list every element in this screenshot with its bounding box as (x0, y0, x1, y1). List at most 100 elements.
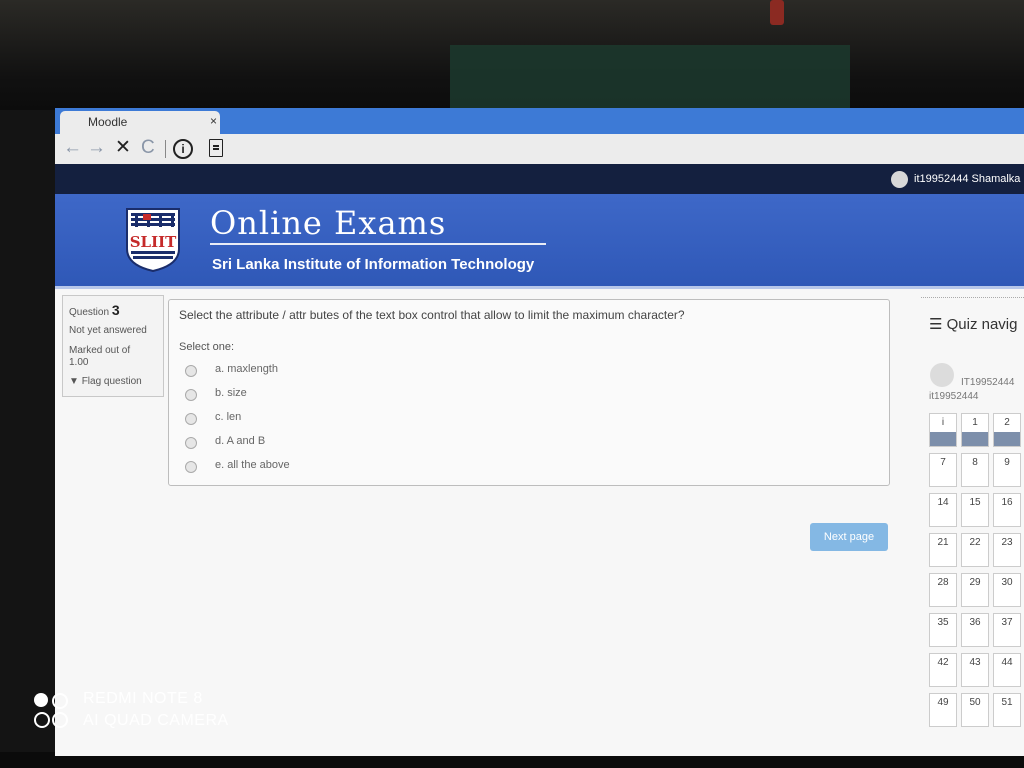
user-avatar[interactable] (891, 171, 908, 188)
watermark-ring (52, 712, 68, 728)
site-subtitle: Sri Lanka Institute of Information Techn… (212, 256, 535, 273)
quiz-nav-button-i[interactable]: i (929, 413, 957, 447)
watermark-dot (34, 693, 48, 707)
quiz-nav-button-label: 49 (937, 697, 949, 708)
photo-background-green (450, 45, 850, 115)
quiz-nav-button-42[interactable]: 42 (929, 653, 957, 687)
radio-button[interactable] (185, 461, 197, 473)
radio-button[interactable] (185, 389, 197, 401)
question-number: 3 (111, 302, 120, 318)
option-label: a. maxlength (215, 363, 278, 375)
quiz-nav-button-15[interactable]: 15 (961, 493, 989, 527)
mark-label: Marked out of (69, 345, 131, 356)
quiz-nav-button-29[interactable]: 29 (961, 573, 989, 607)
quiz-nav-button-label: 2 (1004, 417, 1010, 428)
quiz-nav-button-label: 37 (1001, 617, 1013, 628)
quiz-nav-button-label: 21 (937, 537, 949, 548)
mark-value: 1.00 (69, 357, 89, 368)
quiz-nav-button-14[interactable]: 14 (929, 493, 957, 527)
quiz-nav-button-label: 7 (940, 457, 946, 468)
quiz-nav-button-label: 35 (937, 617, 949, 628)
quiz-nav-divider (921, 297, 1024, 298)
toolbar-separator (165, 140, 166, 158)
main-content: Question 3 Not yet answered Marked out o… (55, 289, 1024, 756)
sliit-logo: SLIIT (126, 208, 180, 273)
flag-question-label: Flag question (81, 376, 142, 387)
radio-button[interactable] (185, 365, 197, 377)
quiz-nav-button-label: 1 (972, 417, 978, 428)
logo-text: SLIIT (130, 233, 177, 251)
quiz-nav-button-2[interactable]: 2 (993, 413, 1021, 447)
option-label: d. A and B (215, 435, 266, 447)
info-icon[interactable]: i (173, 139, 193, 159)
question-box: Select the attribute / attr butes of the… (168, 299, 890, 486)
quiz-nav-button-37[interactable]: 37 (993, 613, 1021, 647)
site-title: Online Exams (210, 204, 447, 242)
forward-icon[interactable]: → (87, 137, 106, 159)
quiz-nav-button-36[interactable]: 36 (961, 613, 989, 647)
close-tab-icon[interactable]: × (210, 114, 217, 128)
question-label: Question (69, 307, 110, 318)
quiz-nav-button-label: 50 (969, 697, 981, 708)
screen: Moodle × ← → ✕ C i it19952444 Shamalka S… (55, 108, 1024, 756)
option-c[interactable]: c. len (185, 410, 485, 430)
quiz-nav-button-28[interactable]: 28 (929, 573, 957, 607)
reload-icon[interactable]: C (141, 137, 155, 159)
radio-button[interactable] (185, 437, 197, 449)
quiz-nav-button-1[interactable]: 1 (961, 413, 989, 447)
option-label: c. len (215, 411, 242, 423)
question-text: Select the attribute / attr butes of the… (179, 308, 685, 322)
option-b[interactable]: b. size (185, 386, 485, 406)
quiz-nav-button-22[interactable]: 22 (961, 533, 989, 567)
tab-bar: Moodle × (55, 108, 1024, 134)
browser-tab[interactable]: Moodle × (60, 111, 220, 134)
flag-question-link[interactable]: ▼ Flag question (69, 376, 142, 387)
question-state: Not yet answered (69, 325, 147, 336)
watermark-line-1: REDMI NOTE 8 (83, 690, 203, 707)
page-icon (209, 139, 223, 157)
quiz-nav-button-21[interactable]: 21 (929, 533, 957, 567)
user-menu[interactable]: it19952444 Shamalka (914, 173, 1020, 185)
stop-icon[interactable]: ✕ (115, 137, 131, 159)
option-label: b. size (215, 387, 247, 399)
quiz-nav-button-9[interactable]: 9 (993, 453, 1021, 487)
quiz-nav-avatar (930, 363, 954, 387)
quiz-nav-button-44[interactable]: 44 (993, 653, 1021, 687)
quiz-nav-button-label: 9 (1004, 457, 1010, 468)
quiz-nav-button-label: 8 (972, 457, 978, 468)
quiz-nav-button-43[interactable]: 43 (961, 653, 989, 687)
option-a[interactable]: a. maxlength (185, 362, 485, 382)
quiz-nav-button-label: 43 (969, 657, 981, 668)
question-info-panel: Question 3 Not yet answered Marked out o… (62, 295, 164, 397)
site-banner: SLIIT Online Exams Sri Lanka Institute o… (55, 194, 1024, 289)
option-d[interactable]: d. A and B (185, 434, 485, 454)
quiz-nav-button-49[interactable]: 49 (929, 693, 957, 727)
watermark-line-2: AI QUAD CAMERA (83, 712, 229, 729)
quiz-nav-button-label: i (941, 417, 945, 428)
top-navbar: it19952444 Shamalka (55, 164, 1024, 194)
quiz-nav-button-35[interactable]: 35 (929, 613, 957, 647)
quiz-nav-user-id: IT19952444 (961, 377, 1015, 388)
quiz-nav-button-23[interactable]: 23 (993, 533, 1021, 567)
quiz-nav-button-label: 15 (969, 497, 981, 508)
quiz-nav-button-7[interactable]: 7 (929, 453, 957, 487)
quiz-nav-button-30[interactable]: 30 (993, 573, 1021, 607)
select-one-prompt: Select one: (179, 341, 235, 353)
quiz-nav-button-51[interactable]: 51 (993, 693, 1021, 727)
quiz-nav-button-label: 22 (969, 537, 981, 548)
quiz-nav-button-8[interactable]: 8 (961, 453, 989, 487)
option-e[interactable]: e. all the above (185, 458, 485, 478)
quiz-nav-button-label: 30 (1001, 577, 1013, 588)
back-icon[interactable]: ← (63, 137, 82, 159)
quiz-nav-button-label: 14 (937, 497, 949, 508)
quiz-navigation-panel: ☰ Quiz navig IT19952444 it19952444 i 1 2 7 8… (921, 289, 1024, 756)
next-page-button[interactable]: Next page (810, 523, 888, 551)
quiz-nav-title: ☰ Quiz navig (929, 316, 1018, 333)
quiz-nav-button-label: 42 (937, 657, 949, 668)
quiz-nav-button-16[interactable]: 16 (993, 493, 1021, 527)
quiz-nav-button-label: 16 (1001, 497, 1013, 508)
quiz-nav-button-50[interactable]: 50 (961, 693, 989, 727)
quiz-nav-button-label: 29 (969, 577, 981, 588)
flag-icon: ▼ (69, 376, 79, 387)
radio-button[interactable] (185, 413, 197, 425)
